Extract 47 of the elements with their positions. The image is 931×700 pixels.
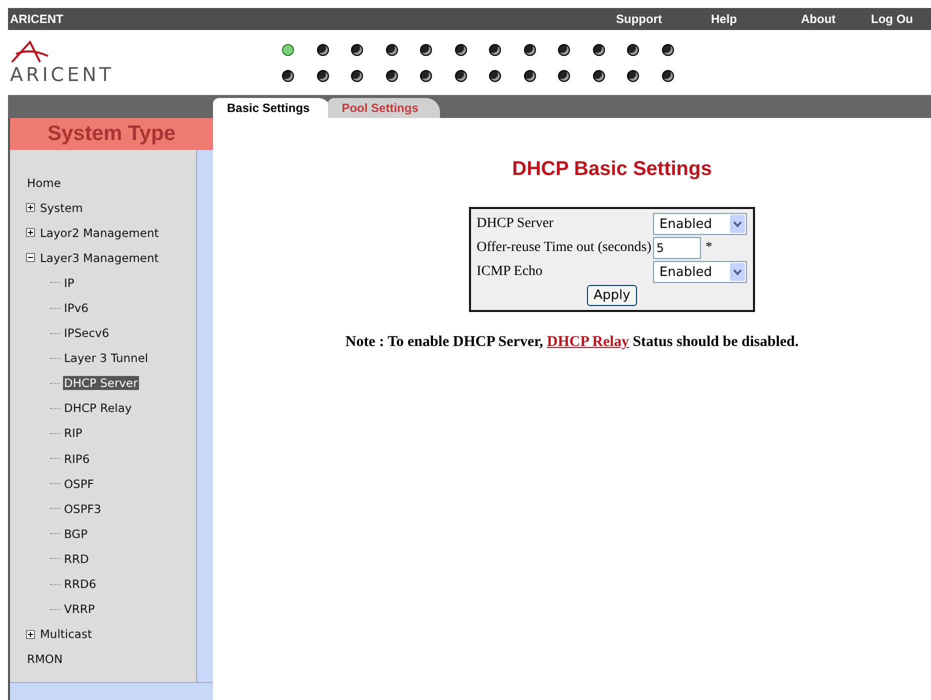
horizontal-scrollbar[interactable] (10, 682, 213, 700)
apply-button[interactable]: Apply (586, 285, 638, 306)
tree-item[interactable]: System (39, 200, 84, 215)
tree-item[interactable]: IPSecv6 (63, 326, 110, 340)
tree-item[interactable]: RIP6 (63, 452, 91, 466)
tree-item[interactable]: BGP (63, 526, 89, 541)
plus-icon[interactable] (26, 203, 35, 212)
field-label: Offer-reuse Time out (seconds) (476, 239, 652, 257)
plus-icon[interactable] (26, 630, 35, 639)
tree-item[interactable]: Multicast (39, 627, 93, 642)
tree-item[interactable]: RMON (26, 652, 64, 666)
field-label: DHCP Server (476, 215, 554, 233)
tree-item[interactable]: DHCP Server (63, 376, 139, 390)
tree-item[interactable]: Layer3 Management (39, 250, 160, 265)
tree-item[interactable]: RIP (63, 426, 84, 440)
field-label: ICMP Echo (476, 263, 544, 281)
brand-name: ARICENT (10, 12, 64, 26)
tree-item[interactable]: RRD (63, 552, 90, 566)
logo-text: ARICENT (10, 64, 114, 86)
page-title: DHCP Basic Settings (512, 158, 712, 181)
dhcp-relay-link[interactable]: DHCP Relay (546, 334, 629, 350)
tree-item[interactable]: Home (26, 176, 62, 190)
caret-icon (730, 215, 746, 233)
vertical-scrollbar[interactable] (196, 150, 213, 682)
tree-item[interactable]: Layor2 Management (39, 226, 160, 240)
tree-item[interactable]: VRRP (63, 602, 96, 616)
tree-item[interactable]: OSPF (63, 476, 95, 491)
caret-icon (730, 263, 746, 281)
nav-link[interactable]: Help (711, 12, 801, 26)
nav-link[interactable]: Support (616, 12, 711, 26)
tree-item[interactable]: IPv6 (63, 301, 90, 316)
note-text: Note : To enable DHCP Server, DHCP Relay Status should be disabled. (345, 334, 799, 351)
tree-item[interactable]: OSPF3 (63, 502, 102, 516)
input-field[interactable]: 5 (653, 237, 702, 259)
tree-item[interactable]: IP (63, 276, 76, 290)
tree-item[interactable]: Layer 3 Tunnel (63, 351, 150, 366)
logo-icon (10, 40, 50, 64)
tree-item[interactable]: RRD6 (63, 577, 98, 592)
sidebar-title: System Type (10, 118, 213, 150)
required-mark: * (705, 240, 712, 256)
tree-item[interactable]: DHCP Relay (63, 401, 133, 416)
minus-icon[interactable] (26, 253, 35, 262)
dropdown[interactable]: Enabled (653, 213, 748, 235)
nav-link[interactable]: About (801, 12, 871, 26)
nav-link[interactable]: Log Ou (871, 12, 931, 26)
plus-icon[interactable] (26, 228, 35, 238)
dropdown[interactable]: Enabled (653, 261, 748, 283)
